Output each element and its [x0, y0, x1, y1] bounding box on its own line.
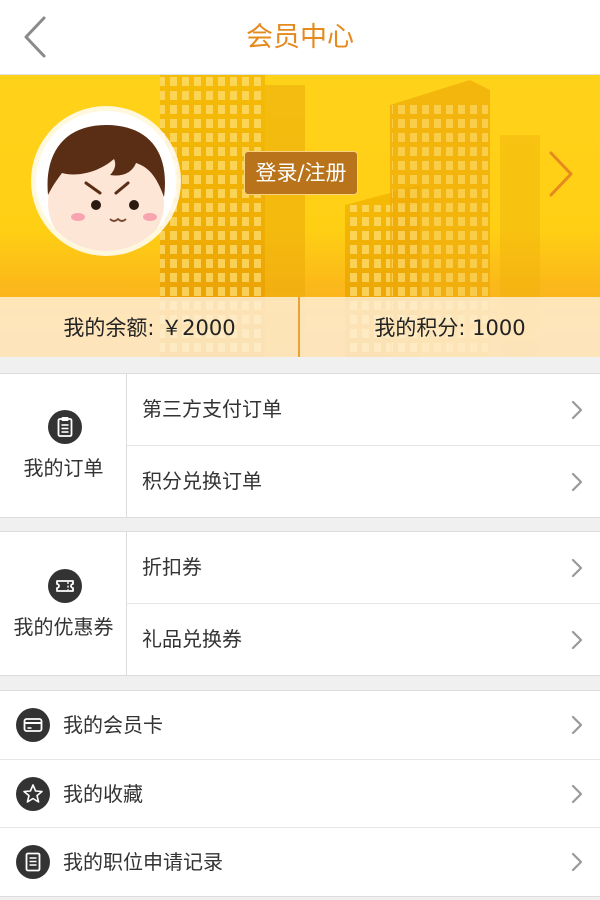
login-register-button[interactable]: 登录/注册: [244, 151, 358, 195]
menu-item-member-card[interactable]: 我的会员卡: [0, 691, 600, 759]
row-label: 积分兑换订单: [142, 469, 262, 493]
ticket-icon: [48, 569, 82, 603]
coupons-header[interactable]: 我的优惠券: [0, 532, 127, 675]
chevron-right-icon: [570, 557, 584, 579]
coupon-row-gift[interactable]: 礼品兑换券: [127, 603, 600, 674]
row-label: 第三方支付订单: [142, 397, 282, 421]
chevron-right-icon: [570, 399, 584, 421]
page-title: 会员中心: [246, 22, 354, 53]
chevron-right-icon: [570, 629, 584, 651]
chevron-right-icon: [549, 151, 573, 197]
chevron-right-icon: [570, 471, 584, 493]
avatar[interactable]: [36, 111, 176, 251]
orders-group: 我的订单 第三方支付订单 积分兑换订单: [0, 373, 600, 518]
member-menu-list: 我的会员卡 我的收藏 我的职位申请记录: [0, 690, 600, 897]
top-bar: 会员中心: [0, 0, 600, 75]
menu-item-label: 我的职位申请记录: [63, 850, 223, 874]
order-row-points-exchange[interactable]: 积分兑换订单: [127, 445, 600, 516]
orders-title: 我的订单: [23, 456, 104, 480]
chevron-right-icon: [570, 851, 584, 873]
star-icon: [16, 777, 50, 811]
coupon-row-discount[interactable]: 折扣券: [127, 532, 600, 603]
menu-item-label: 我的会员卡: [63, 713, 163, 737]
coupons-group: 我的优惠券 折扣券 礼品兑换券: [0, 531, 600, 676]
account-stats: 我的余额: ￥2000 我的积分: 1000: [0, 297, 600, 357]
banner-next-button[interactable]: [543, 149, 579, 199]
menu-item-job-applications[interactable]: 我的职位申请记录: [0, 827, 600, 895]
order-row-third-party[interactable]: 第三方支付订单: [127, 374, 600, 445]
card-icon: [16, 708, 50, 742]
chevron-right-icon: [570, 714, 584, 736]
member-banner: 登录/注册 我的余额: ￥2000 我的积分: 1000: [0, 75, 600, 357]
clipboard-icon: [48, 410, 82, 444]
orders-header[interactable]: 我的订单: [0, 374, 127, 517]
document-icon: [16, 845, 50, 879]
menu-item-favorites[interactable]: 我的收藏: [0, 759, 600, 827]
points-stat[interactable]: 我的积分: 1000: [300, 297, 600, 357]
chevron-right-icon: [570, 783, 584, 805]
row-label: 礼品兑换券: [142, 627, 242, 651]
menu-item-label: 我的收藏: [63, 782, 143, 806]
row-label: 折扣券: [142, 555, 202, 579]
cartoon-face-icon: [36, 111, 176, 251]
balance-stat[interactable]: 我的余额: ￥2000: [0, 297, 299, 357]
coupons-title: 我的优惠券: [13, 615, 114, 639]
